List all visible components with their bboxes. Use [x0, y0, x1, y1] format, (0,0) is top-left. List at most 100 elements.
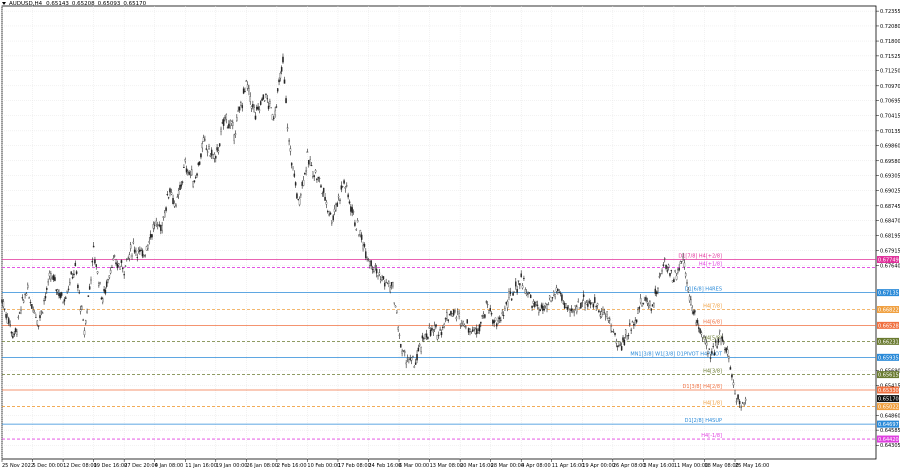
candle-body — [370, 260, 372, 267]
level-label: D1[6/8] H4RES — [685, 287, 722, 293]
candle-body — [83, 330, 86, 336]
candle-body — [116, 263, 119, 269]
candle-body — [225, 114, 228, 120]
candle-body — [136, 257, 139, 258]
candle-body — [41, 312, 44, 314]
candle-body — [386, 282, 389, 284]
candle-body — [328, 214, 330, 216]
candle-body — [512, 293, 514, 296]
candle-body — [619, 344, 622, 346]
level-label: H4[6/8] — [703, 319, 722, 325]
candle-body — [208, 146, 210, 150]
candle-body — [32, 309, 34, 313]
level-price-text: 0.64420 — [878, 437, 899, 443]
candle-body — [397, 327, 399, 330]
candle-body — [325, 201, 328, 205]
level-price-text: 0.66528 — [878, 323, 899, 329]
price-tick-label: 0.70970 — [880, 84, 900, 90]
candle-body — [120, 260, 123, 263]
candle-body — [394, 305, 397, 308]
candle-body — [400, 344, 402, 348]
time-tick-label: 11 Jan 16:00 — [185, 463, 217, 468]
candle-body — [440, 332, 443, 336]
candle-body — [461, 322, 463, 326]
candle-body — [86, 310, 88, 314]
time-tick-label: 4 Jan 08:00 — [155, 463, 183, 468]
candle-body — [606, 311, 608, 315]
candle-body — [318, 177, 321, 179]
candle-body — [236, 117, 238, 121]
candle-body — [498, 317, 501, 320]
candle-body — [588, 300, 590, 304]
candle-body — [679, 261, 682, 265]
candle-body — [240, 102, 242, 106]
time-tick-label: 26 Apr 08:00 — [613, 463, 646, 468]
candle-body — [100, 297, 103, 300]
candle-body — [531, 305, 533, 308]
candle-body — [155, 220, 157, 225]
candle-body — [704, 339, 707, 344]
price-tick-label: 0.68195 — [880, 233, 900, 239]
price-tick-label: 0.64860 — [880, 413, 900, 419]
candle-body — [9, 324, 11, 326]
candle-body — [436, 334, 439, 340]
candle-body — [455, 317, 458, 320]
candle-body — [73, 273, 75, 276]
candle-body — [341, 186, 344, 188]
time-tick-label: 19 Jan 00:00 — [216, 463, 248, 468]
candle-body — [413, 365, 416, 368]
candle-body — [362, 245, 364, 250]
candle-body — [743, 403, 745, 405]
candle-body — [643, 297, 646, 299]
candle-body — [591, 302, 593, 304]
candle-body — [718, 329, 721, 332]
price-tick-label: 0.71800 — [880, 39, 900, 45]
candle-body — [160, 225, 162, 231]
candle-body — [513, 291, 516, 293]
candle-body — [402, 350, 405, 352]
candle-body — [532, 301, 535, 304]
candle-body — [218, 143, 221, 147]
candle-body — [517, 280, 520, 282]
candle-body — [300, 194, 302, 196]
candle-body — [651, 304, 654, 307]
candle-body — [275, 106, 278, 108]
candle-body — [220, 128, 222, 132]
level-price-text: 0.65935 — [878, 355, 899, 361]
candle-body — [313, 175, 315, 178]
candle-body — [10, 331, 13, 334]
candle-body — [202, 137, 205, 142]
dropdown-triangle-icon[interactable] — [2, 2, 6, 5]
candle-body — [715, 340, 717, 343]
candle-body — [450, 311, 452, 315]
candle-body — [267, 105, 270, 109]
candle-body — [204, 139, 206, 141]
time-tick-label: 25 Nov 2022 — [2, 463, 34, 468]
time-tick-label: 18 May 08:00 — [704, 463, 738, 468]
candle-body — [631, 321, 634, 323]
chart-window[interactable]: 0.72355 0.72080 0.71800 0.71525 0.71250 0.709… — [0, 0, 900, 468]
candle-body — [333, 208, 336, 212]
candle-body — [79, 309, 82, 312]
time-tick-label: 4 Apr 08:00 — [521, 463, 550, 468]
candle-body — [375, 268, 378, 274]
symbol-label: AUDUSD,H4 — [9, 1, 43, 7]
candle-body — [290, 162, 293, 166]
candle-body — [478, 324, 481, 332]
candle-body — [107, 279, 109, 281]
candle-body — [103, 289, 105, 292]
candle-body — [641, 305, 643, 307]
candle-body — [713, 352, 716, 356]
price-chart[interactable]: 0.72355 0.72080 0.71800 0.71525 0.71250 0.709… — [0, 0, 900, 468]
candle-body — [265, 93, 267, 95]
candle-body — [200, 153, 202, 158]
candle-body — [12, 335, 14, 338]
candle-body — [25, 293, 28, 296]
level-price-text: 0.65170 — [878, 397, 899, 403]
candle-body — [635, 319, 638, 323]
candle-body — [81, 306, 83, 310]
level-price-text: 0.65615 — [878, 373, 899, 379]
candle-body — [201, 143, 204, 149]
candle-body — [681, 260, 683, 262]
candle-body — [612, 331, 615, 333]
